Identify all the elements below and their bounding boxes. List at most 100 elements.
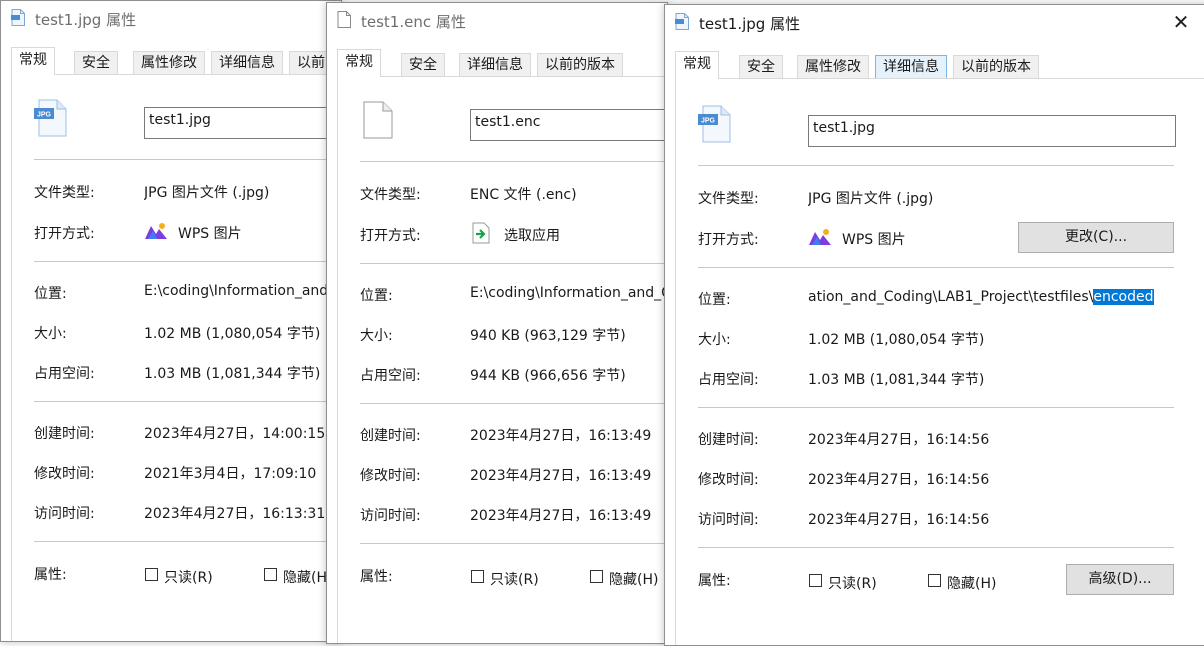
accessed-label: 访问时间:: [698, 512, 759, 528]
created-label: 创建时间:: [360, 428, 421, 444]
tab-security[interactable]: 安全: [74, 51, 118, 74]
size-label: 大小:: [34, 326, 67, 342]
location-value[interactable]: E:\coding\Information_and_Coding\LAB1_Pr…: [144, 283, 340, 299]
change-app-button[interactable]: 更改(C)...: [1018, 222, 1174, 253]
disk-size-value: 944 KB (966,656 字节): [470, 368, 626, 384]
tab-previous-versions[interactable]: 以前的版本: [537, 53, 623, 76]
close-icon[interactable]: ✕: [1170, 11, 1192, 33]
title-bar: test1.jpg 属性 ✕: [665, 5, 1204, 39]
file-type-value: JPG 图片文件 (.jpg): [144, 185, 270, 201]
size-value: 940 KB (963,129 字节): [470, 328, 626, 344]
accessed-value: 2023年4月27日，16:13:49: [470, 508, 652, 524]
hidden-checkbox[interactable]: [264, 568, 277, 581]
title-bar: test1.jpg 属性: [1, 1, 341, 35]
readonly-checkbox[interactable]: [471, 570, 484, 583]
tab-attribute-modify[interactable]: 属性修改: [133, 51, 205, 74]
tab-details[interactable]: 详细信息: [211, 51, 283, 74]
wps-picture-icon: [809, 229, 831, 245]
open-with-value: WPS 图片: [842, 232, 906, 248]
attributes-label: 属性:: [698, 573, 731, 589]
general-tab-content: JPG test1.jpg 文件类型: JPG 图片文件 (.jpg) 打开方式…: [11, 75, 341, 641]
modified-value: 2021年3月4日，17:09:10: [144, 466, 317, 482]
disk-size-value: 1.03 MB (1,081,344 字节): [808, 372, 985, 388]
open-with-value[interactable]: 选取应用: [504, 225, 560, 245]
modified-value: 2023年4月27日，16:14:56: [808, 472, 990, 488]
hidden-checkbox[interactable]: [928, 574, 941, 587]
accessed-value: 2023年4月27日，16:13:31: [144, 506, 326, 522]
properties-window-test1-enc: test1.enc 属性 常规 安全 详细信息 以前的版本 test1.enc …: [326, 2, 668, 644]
choose-app-icon: [472, 222, 490, 244]
readonly-checkbox[interactable]: [145, 568, 158, 581]
readonly-label[interactable]: 只读(R): [490, 569, 539, 589]
modified-label: 修改时间:: [360, 468, 421, 484]
tab-attribute-modify[interactable]: 属性修改: [797, 55, 869, 78]
tab-strip: 常规 安全 属性修改 详细信息 以前的版本: [11, 47, 341, 75]
general-tab-content: JPG test1.jpg 文件类型: JPG 图片文件 (.jpg) 打开方式…: [675, 79, 1204, 645]
image-file-icon: [675, 13, 689, 30]
disk-size-value: 1.03 MB (1,081,344 字节): [144, 366, 321, 382]
open-with-label: 打开方式:: [360, 228, 421, 244]
location-label: 位置:: [698, 292, 731, 308]
jpg-badge-text: JPG: [37, 112, 52, 119]
tab-strip: 常规 安全 属性修改 详细信息 以前的版本: [675, 51, 1204, 79]
readonly-label[interactable]: 只读(R): [164, 567, 213, 587]
hidden-checkbox[interactable]: [590, 570, 603, 583]
location-label: 位置:: [34, 286, 67, 302]
disk-size-label: 占用空间:: [34, 366, 95, 382]
location-value[interactable]: E:\coding\Information_and_Coding\LAB1_Pr…: [470, 285, 666, 301]
created-value: 2023年4月27日，14:00:15: [144, 426, 326, 442]
size-label: 大小:: [360, 328, 393, 344]
attributes-label: 属性:: [34, 567, 67, 583]
image-file-icon: [11, 9, 25, 26]
readonly-checkbox[interactable]: [809, 574, 822, 587]
created-value: 2023年4月27日，16:14:56: [808, 432, 990, 448]
tab-strip: 常规 安全 详细信息 以前的版本: [337, 49, 667, 77]
modified-label: 修改时间:: [698, 472, 759, 488]
size-label: 大小:: [698, 332, 731, 348]
file-name-input[interactable]: test1.jpg: [144, 107, 341, 139]
created-label: 创建时间:: [698, 432, 759, 448]
size-value: 1.02 MB (1,080,054 字节): [808, 332, 985, 348]
disk-size-label: 占用空间:: [360, 368, 421, 384]
tab-general[interactable]: 常规: [337, 49, 381, 77]
advanced-button[interactable]: 高级(D)...: [1066, 564, 1174, 595]
hidden-label[interactable]: 隐藏(H): [609, 569, 658, 589]
blank-file-large-icon: [363, 101, 393, 139]
file-type-label: 文件类型:: [698, 191, 759, 207]
tab-security[interactable]: 安全: [401, 53, 445, 76]
title-bar: test1.enc 属性: [327, 3, 667, 37]
readonly-label[interactable]: 只读(R): [828, 573, 877, 593]
accessed-value: 2023年4月27日，16:14:56: [808, 512, 990, 528]
disk-size-label: 占用空间:: [698, 372, 759, 388]
open-with-value: WPS 图片: [178, 226, 242, 242]
modified-value: 2023年4月27日，16:13:49: [470, 468, 652, 484]
hidden-label[interactable]: 隐藏(H): [947, 573, 996, 593]
tab-details[interactable]: 详细信息: [459, 53, 531, 76]
modified-label: 修改时间:: [34, 466, 95, 482]
jpg-badge-text: JPG: [701, 118, 716, 125]
properties-window-test1-jpg-back: test1.jpg 属性 常规 安全 属性修改 详细信息 以前的版本 JPG t…: [0, 0, 342, 642]
general-tab-content: test1.enc 文件类型: ENC 文件 (.enc) 打开方式: 选取应用…: [337, 77, 667, 643]
window-title: test1.enc 属性: [361, 13, 466, 31]
created-value: 2023年4月27日，16:13:49: [470, 428, 652, 444]
location-value[interactable]: ation_and_Coding\LAB1_Project\testfiles\…: [808, 289, 1154, 305]
size-value: 1.02 MB (1,080,054 字节): [144, 326, 321, 342]
tab-details[interactable]: 详细信息: [875, 55, 947, 78]
blank-file-icon: [337, 11, 351, 28]
tab-previous-versions[interactable]: 以前的版本: [953, 55, 1039, 78]
open-with-label: 打开方式:: [34, 226, 95, 242]
attributes-label: 属性:: [360, 569, 393, 585]
jpg-file-icon: JPG: [34, 99, 67, 137]
created-label: 创建时间:: [34, 426, 95, 442]
window-title: test1.jpg 属性: [699, 15, 801, 33]
window-title: test1.jpg 属性: [35, 11, 137, 29]
accessed-label: 访问时间:: [360, 508, 421, 524]
tab-security[interactable]: 安全: [739, 55, 783, 78]
tab-general[interactable]: 常规: [675, 51, 719, 79]
file-name-input[interactable]: test1.jpg: [808, 115, 1176, 147]
file-name-input[interactable]: test1.enc: [470, 109, 667, 141]
file-type-value: JPG 图片文件 (.jpg): [808, 191, 934, 207]
file-type-label: 文件类型:: [360, 187, 421, 203]
tab-general[interactable]: 常规: [11, 47, 55, 75]
open-with-label: 打开方式:: [698, 232, 759, 248]
